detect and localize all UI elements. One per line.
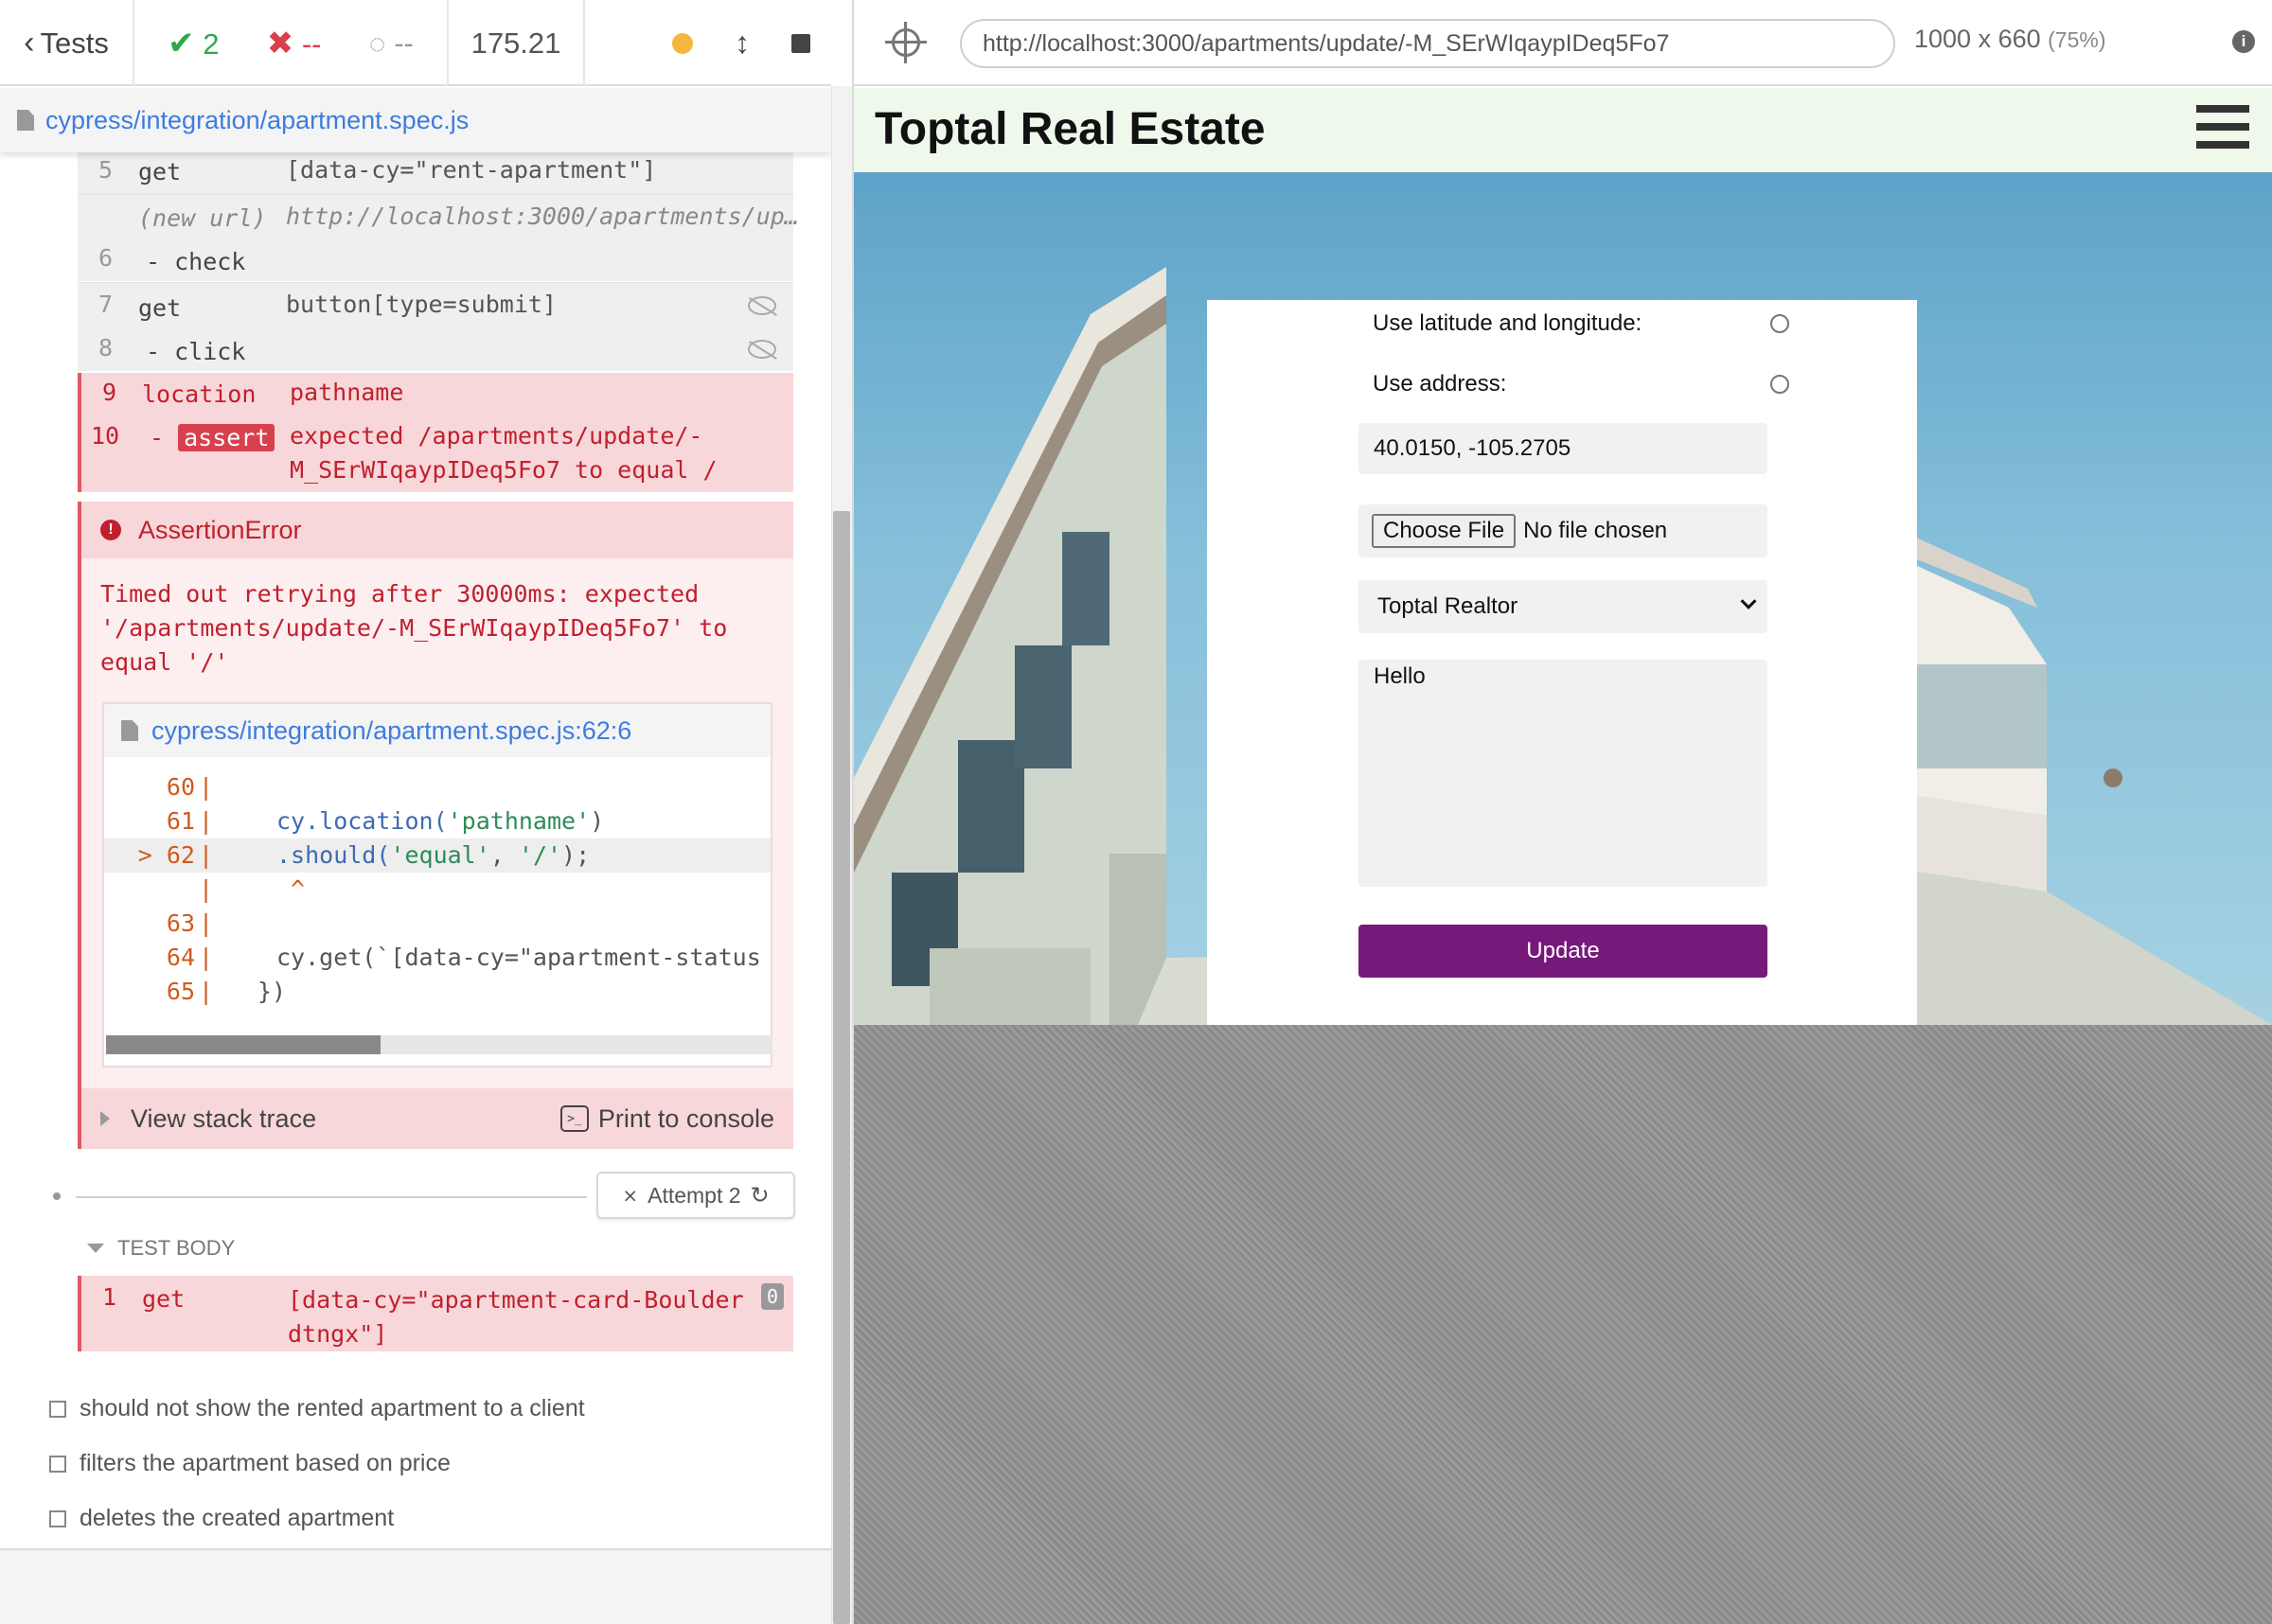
coordinates-input[interactable]: 40.0150, -105.2705: [1358, 423, 1767, 474]
attempt-tag[interactable]: ⨯ Attempt 2 ↻: [596, 1172, 795, 1219]
collapse-icon: ⨯: [622, 1185, 639, 1207]
code-frame: cypress/integration/apartment.spec.js:62…: [102, 702, 772, 1068]
error-footer: View stack trace >_ Print to console: [81, 1088, 793, 1149]
duration: 175.21: [449, 0, 585, 86]
stop-icon[interactable]: [791, 33, 810, 53]
hamburger-menu-icon[interactable]: [2196, 105, 2249, 149]
tests-label: Tests: [40, 26, 109, 60]
chevron-down-icon: [1740, 592, 1757, 609]
code-file-link[interactable]: cypress/integration/apartment.spec.js:62…: [151, 716, 631, 746]
attempt-divider: ⨯ Attempt 2 ↻: [53, 1170, 795, 1223]
failed-stat: ✖ --: [266, 25, 322, 62]
auto-scroll-icon[interactable]: ↕: [735, 26, 750, 61]
selector-playground-icon[interactable]: [885, 22, 927, 63]
update-apartment-form: Use latitude and longitude: Use address:…: [1207, 300, 1917, 1025]
reporter-scrollbar-thumb[interactable]: [833, 511, 850, 1624]
use-latlng-row: Use latitude and longitude:: [1373, 308, 1789, 340]
running-indicator-icon: [672, 32, 693, 54]
command-row[interactable]: (new url) http://localhost:3000/apartmen…: [78, 194, 799, 281]
viewport-info: 1000 x 660 (75%): [1914, 25, 2106, 53]
description-textarea[interactable]: Hello: [1358, 660, 1767, 887]
aut-header: http://localhost:3000/apartments/update/…: [854, 0, 2272, 86]
command-row[interactable]: 5 get [data-cy="rent-apartment"]: [78, 152, 793, 194]
file-status: No file chosen: [1523, 518, 1668, 543]
url-bar[interactable]: http://localhost:3000/apartments/update/…: [960, 19, 1895, 68]
caret-right-icon: [100, 1111, 110, 1126]
command-row[interactable]: 7 get button[type=submit] 8 - click: [78, 282, 793, 371]
spec-file-link[interactable]: cypress/integration/apartment.spec.js: [45, 106, 469, 135]
update-button[interactable]: Update: [1358, 925, 1767, 978]
reporter-footer: [0, 1550, 831, 1624]
app-title: Toptal Real Estate: [875, 104, 1266, 154]
element-count-badge: 0: [760, 1283, 784, 1310]
app-preview: Toptal Real Estate Use latitude and long…: [854, 88, 2272, 1025]
attempt-dot: [53, 1192, 61, 1200]
terminal-icon: >_: [559, 1105, 589, 1132]
test-stats: ✔ 2 ✖ -- ◌ --: [134, 0, 449, 86]
file-icon: [121, 720, 138, 741]
attempt-line: [76, 1196, 587, 1198]
test-status-icon: [49, 1400, 66, 1418]
scrollbar-thumb[interactable]: [106, 1035, 381, 1054]
print-to-console-button[interactable]: Print to console: [598, 1104, 774, 1134]
assert-badge: assert: [178, 424, 275, 451]
caret-down-icon: [87, 1244, 104, 1253]
test-status-icon: [49, 1455, 66, 1473]
x-icon: ✖: [266, 25, 294, 62]
code-line: | ^: [199, 875, 306, 903]
choose-file-button[interactable]: Choose File: [1372, 514, 1517, 548]
hero-background-image: Use latitude and longitude: Use address:…: [854, 172, 2272, 1025]
error-icon: !: [100, 520, 121, 540]
view-stack-trace-button[interactable]: View stack trace: [131, 1104, 316, 1134]
info-icon[interactable]: i: [2232, 30, 2255, 53]
code-line: 60 |: [166, 773, 214, 801]
app-navbar: Toptal Real Estate: [854, 88, 2272, 172]
retry-icon: ↻: [750, 1182, 770, 1209]
code-line: 65 |}): [166, 978, 287, 1005]
command-log-panel: ‹ Tests ✔ 2 ✖ -- ◌ -- 175.21 ↕ cypress/i…: [0, 0, 831, 1624]
test-item[interactable]: should not show the rented apartment to …: [49, 1395, 585, 1422]
command-row-failed[interactable]: 9 location pathname 10 - assert expected…: [78, 373, 793, 492]
file-icon: [17, 110, 34, 131]
error-title: AssertionError: [138, 515, 302, 544]
code-line: 63 |: [166, 909, 214, 937]
test-item[interactable]: deletes the created apartment: [49, 1505, 394, 1532]
test-status-icon: [49, 1509, 66, 1527]
use-address-label: Use address:: [1373, 371, 1507, 397]
error-header: ! AssertionError: [81, 502, 793, 558]
use-address-radio[interactable]: [1770, 375, 1789, 394]
code-frame-header: cypress/integration/apartment.spec.js:62…: [104, 704, 771, 757]
error-message: Timed out retrying after 30000ms: expect…: [100, 580, 728, 676]
check-icon: ✔: [168, 25, 195, 62]
code-line: 61 | cy.location('pathname'): [166, 807, 605, 835]
reporter-header: ‹ Tests ✔ 2 ✖ -- ◌ -- 175.21 ↕: [0, 0, 831, 86]
error-panel: ! AssertionError Timed out retrying afte…: [78, 502, 793, 1149]
pending-stat: ◌ --: [368, 26, 414, 60]
hidden-eye-icon: [748, 340, 776, 359]
use-address-row: Use address:: [1373, 368, 1789, 400]
realtor-select[interactable]: Toptal Realtor: [1358, 580, 1767, 633]
pending-circle-icon: ◌: [368, 27, 386, 60]
photo-file-input[interactable]: Choose File No file chosen: [1358, 504, 1767, 557]
code-horizontal-scrollbar[interactable]: [106, 1035, 772, 1054]
test-body-header[interactable]: TEST BODY: [87, 1236, 235, 1261]
chevron-left-icon: ‹: [24, 25, 35, 61]
code-line: 64 | cy.get(`[data-cy="apartment-status: [166, 944, 761, 971]
command-row-failed[interactable]: 1 get [data-cy="apartment-card-Boulder d…: [78, 1276, 793, 1351]
test-item[interactable]: filters the apartment based on price: [49, 1450, 451, 1477]
spec-file-bar: cypress/integration/apartment.spec.js: [0, 88, 831, 152]
tests-button[interactable]: ‹ Tests: [0, 0, 134, 86]
run-controls: ↕: [585, 0, 831, 86]
use-latlng-radio[interactable]: [1770, 314, 1789, 333]
hidden-eye-icon: [748, 296, 776, 315]
use-latlng-label: Use latitude and longitude:: [1373, 310, 1642, 336]
passed-stat: ✔ 2: [168, 25, 220, 62]
code-line-highlighted: > 62 | .should('equal', '/');: [104, 838, 771, 873]
